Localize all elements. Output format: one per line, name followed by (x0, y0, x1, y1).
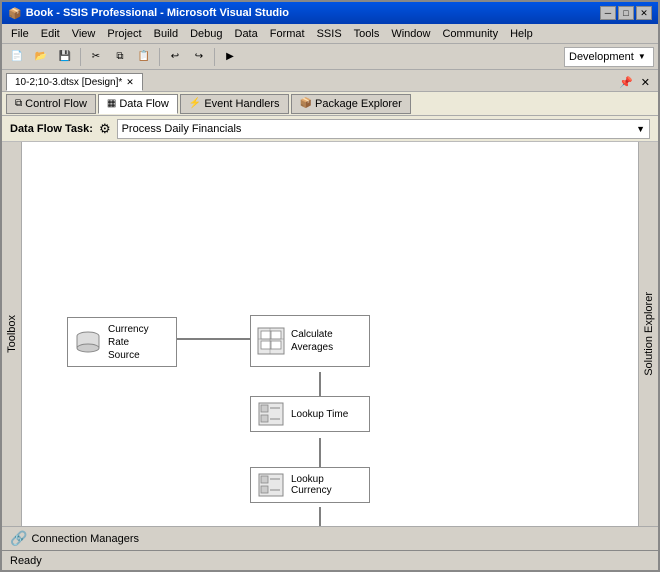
config-dropdown-arrow: ▼ (638, 52, 646, 61)
title-bar-text: 📦 Book - SSIS Professional - Microsoft V… (8, 7, 289, 20)
conn-managers-bar: 🔗 Connection Managers (2, 526, 658, 550)
config-dropdown-value: Development (569, 51, 634, 63)
menu-project[interactable]: Project (102, 27, 146, 41)
task-dropdown-arrow: ▼ (636, 124, 645, 134)
close-button[interactable]: ✕ (636, 6, 652, 20)
tab-event-handlers-label: Event Handlers (204, 98, 279, 110)
status-bar: Ready (2, 550, 658, 570)
menu-view[interactable]: View (67, 27, 101, 41)
toolbar-new[interactable]: 📄 (6, 47, 28, 67)
canvas-area[interactable]: Currency RateSource (22, 142, 638, 526)
event-handlers-icon: ⚡ (189, 98, 201, 109)
lookup-time-label: Lookup Time (291, 409, 348, 420)
data-flow-icon: ▦ (107, 98, 116, 109)
toolbar: 📄 📂 💾 ✂ ⧉ 📋 ↩ ↪ ▶ Development ▼ (2, 44, 658, 70)
menu-debug[interactable]: Debug (185, 27, 227, 41)
task-bar-icon: ⚙ (99, 121, 111, 137)
tab-package-explorer[interactable]: 📦 Package Explorer (291, 94, 411, 114)
toolbar-sep2 (159, 48, 160, 66)
menu-format[interactable]: Format (265, 27, 310, 41)
toolbar-paste[interactable]: 📋 (133, 47, 155, 67)
tab-control-flow[interactable]: ⧉ Control Flow (6, 94, 96, 114)
tab-data-flow-label: Data Flow (119, 98, 169, 110)
toolbar-sep1 (80, 48, 81, 66)
tab-control-flow-label: Control Flow (25, 98, 87, 110)
doc-tab-close[interactable]: ✕ (126, 77, 134, 88)
lookup-currency-icon (257, 471, 285, 499)
toolbar-save[interactable]: 💾 (54, 47, 76, 67)
title-bar: 📦 Book - SSIS Professional - Microsoft V… (2, 2, 658, 24)
calc-label: CalculateAverages (291, 328, 333, 354)
menu-window[interactable]: Window (386, 27, 435, 41)
window-frame: 📦 Book - SSIS Professional - Microsoft V… (0, 0, 660, 572)
doc-area: 10-2;10-3.dtsx [Design]* ✕ 📌 ✕ ⧉ Control… (2, 70, 658, 550)
toolbar-sep3 (214, 48, 215, 66)
flow-canvas: Currency RateSource (22, 142, 602, 526)
menu-edit[interactable]: Edit (36, 27, 65, 41)
toolbar-copy[interactable]: ⧉ (109, 47, 131, 67)
title-bar-controls: ─ □ ✕ (600, 6, 652, 20)
menu-file[interactable]: File (6, 27, 34, 41)
source-icon (74, 328, 102, 356)
calc-icon (257, 327, 285, 355)
minimize-button[interactable]: ─ (600, 6, 616, 20)
task-dropdown-value: Process Daily Financials (122, 123, 242, 135)
menu-community[interactable]: Community (437, 27, 503, 41)
doc-tab-label: 10-2;10-3.dtsx [Design]* (15, 77, 122, 88)
toolbar-undo[interactable]: ↩ (164, 47, 186, 67)
lookup-time-icon (257, 400, 285, 428)
menu-build[interactable]: Build (149, 27, 183, 41)
menu-help[interactable]: Help (505, 27, 538, 41)
toolbar-redo[interactable]: ↪ (188, 47, 210, 67)
node-lookup-time[interactable]: Lookup Time (250, 396, 370, 432)
node-lookup-currency[interactable]: Lookup Currency (250, 467, 370, 503)
node-calc-averages[interactable]: CalculateAverages (250, 315, 370, 367)
package-explorer-icon: 📦 (300, 98, 312, 109)
doc-tab-active[interactable]: 10-2;10-3.dtsx [Design]* ✕ (6, 73, 143, 91)
toolbar-start[interactable]: ▶ (219, 47, 241, 67)
toolbox-tab[interactable]: Toolbox (4, 309, 20, 359)
lookup-currency-label: Lookup Currency (291, 474, 363, 496)
task-dropdown[interactable]: Process Daily Financials ▼ (117, 119, 650, 139)
task-bar-label: Data Flow Task: (10, 123, 93, 135)
window-title: Book - SSIS Professional - Microsoft Vis… (26, 7, 289, 19)
left-side-panel: Toolbox (2, 142, 22, 526)
tab-event-handlers[interactable]: ⚡ Event Handlers (180, 94, 289, 114)
toolbar-cut[interactable]: ✂ (85, 47, 107, 67)
solution-explorer-tab[interactable]: Solution Explorer (641, 286, 657, 382)
design-tabs: ⧉ Control Flow ▦ Data Flow ⚡ Event Handl… (2, 92, 658, 116)
node-currency-source[interactable]: Currency RateSource (67, 317, 177, 367)
window-icon: 📦 (8, 7, 22, 20)
tab-package-explorer-label: Package Explorer (315, 98, 402, 110)
tab-data-flow[interactable]: ▦ Data Flow (98, 94, 178, 114)
task-bar: Data Flow Task: ⚙ Process Daily Financia… (2, 116, 658, 142)
menu-bar: File Edit View Project Build Debug Data … (2, 24, 658, 44)
toolbar-open[interactable]: 📂 (30, 47, 52, 67)
main-row: Toolbox (2, 142, 658, 526)
doc-pin-button[interactable]: 📌 (615, 74, 637, 91)
maximize-button[interactable]: □ (618, 6, 634, 20)
source-label: Currency RateSource (108, 323, 170, 362)
toolbar-config-dropdown[interactable]: Development ▼ (564, 47, 654, 67)
conn-managers-label: Connection Managers (31, 533, 139, 545)
menu-tools[interactable]: Tools (349, 27, 385, 41)
menu-data[interactable]: Data (230, 27, 263, 41)
doc-tab-bar: 10-2;10-3.dtsx [Design]* ✕ 📌 ✕ (2, 70, 658, 92)
control-flow-icon: ⧉ (15, 98, 22, 109)
doc-close-button[interactable]: ✕ (637, 74, 654, 91)
right-side-panel: Solution Explorer (638, 142, 658, 526)
menu-ssis[interactable]: SSIS (312, 27, 347, 41)
conn-icon: 🔗 (10, 530, 27, 547)
status-text: Ready (10, 555, 42, 567)
